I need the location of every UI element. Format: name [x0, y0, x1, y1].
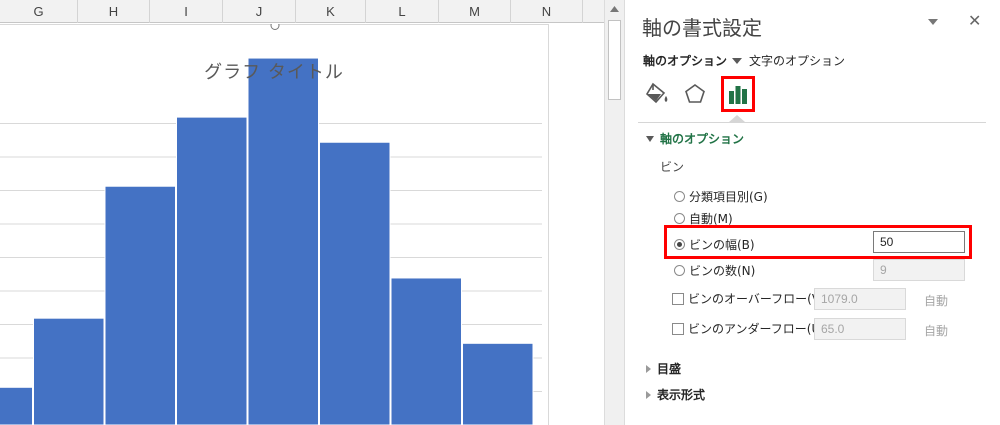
column-header-n[interactable]: N: [511, 0, 583, 23]
checkbox-underflow-label: ビンのアンダーフロー(U): [688, 322, 825, 336]
bin-width-input[interactable]: 50: [873, 231, 965, 253]
paint-bucket-icon[interactable]: [640, 76, 674, 112]
radio-bin-width[interactable]: ビンの幅(B): [674, 236, 755, 253]
histogram-bar[interactable]: [104, 185, 176, 425]
radio-bin-width-label: ビンの幅(B): [689, 238, 755, 252]
column-header-m[interactable]: M: [439, 0, 511, 23]
spreadsheet-area: G H I J K L M N グラフ タイトル: [0, 0, 604, 425]
bar-chart-icon[interactable]: [721, 76, 755, 112]
column-header-k[interactable]: K: [296, 0, 366, 23]
expanded-triangle-icon: [646, 135, 654, 142]
tab-dropdown-caret-icon[interactable]: [732, 57, 743, 64]
checkbox-overflow-label: ビンのオーバーフロー(V): [688, 292, 825, 306]
tab-axis-options[interactable]: 軸のオプション: [643, 52, 743, 69]
histogram-bar[interactable]: [0, 386, 33, 425]
column-header-l[interactable]: L: [366, 0, 439, 23]
checkbox-overflow-bin[interactable]: ビンのオーバーフロー(V): [672, 290, 825, 307]
histogram-bar[interactable]: [176, 116, 248, 425]
underflow-bin-input[interactable]: 65.0: [814, 318, 906, 340]
radio-button-selected[interactable]: [674, 239, 685, 250]
radio-bin-count[interactable]: ビンの数(N): [674, 262, 755, 279]
radio-button[interactable]: [674, 213, 685, 224]
format-axis-pane: 軸の書式設定 ✕ 軸のオプション 文字のオプション 軸のオプション ビン 分類項…: [626, 0, 1000, 425]
histogram-bar[interactable]: [319, 141, 391, 425]
histogram-chart[interactable]: グラフ タイトル: [0, 24, 604, 425]
histogram-bar[interactable]: [462, 342, 534, 425]
radio-by-category-label: 分類項目別(G): [689, 190, 768, 204]
section-axis-options-label: 軸のオプション: [660, 132, 745, 146]
radio-bin-count-label: ビンの数(N): [689, 264, 756, 278]
tab-text-options[interactable]: 文字のオプション: [749, 52, 845, 69]
underflow-auto-label[interactable]: 自動: [924, 322, 948, 339]
vertical-scrollbar[interactable]: [604, 0, 625, 425]
section-axis-options[interactable]: 軸のオプション: [646, 130, 744, 147]
section-number-format-label: 表示形式: [657, 388, 706, 402]
divider: [638, 122, 986, 123]
collapsed-triangle-icon: [646, 364, 651, 373]
close-icon[interactable]: ✕: [968, 11, 981, 30]
tab-axis-options-label: 軸のオプション: [643, 54, 728, 68]
checkbox[interactable]: [672, 322, 684, 335]
pane-title: 軸の書式設定: [642, 16, 762, 40]
radio-by-category[interactable]: 分類項目別(G): [674, 188, 768, 205]
bin-count-input[interactable]: 9: [873, 259, 965, 281]
scroll-up-icon[interactable]: [605, 0, 624, 18]
checkbox-underflow-bin[interactable]: ビンのアンダーフロー(U): [672, 320, 825, 337]
overflow-bin-input[interactable]: 1079.0: [814, 288, 906, 310]
chart-canvas[interactable]: [0, 24, 604, 425]
radio-button[interactable]: [674, 265, 685, 276]
column-header-i[interactable]: I: [150, 0, 223, 23]
histogram-bar[interactable]: [247, 57, 319, 425]
section-tick-marks-label: 目盛: [657, 362, 682, 376]
column-header-row: G H I J K L M N: [0, 0, 604, 23]
histogram-bar[interactable]: [390, 277, 462, 425]
selection-indicator: [729, 115, 745, 122]
column-header-h[interactable]: H: [78, 0, 150, 23]
pane-icon-row: [640, 76, 990, 116]
section-tick-marks[interactable]: 目盛: [646, 360, 681, 377]
scrollbar-thumb[interactable]: [608, 20, 621, 100]
section-number-format[interactable]: 表示形式: [646, 386, 705, 403]
pentagon-icon[interactable]: [678, 76, 712, 112]
chart-title[interactable]: グラフ タイトル: [0, 58, 548, 84]
chevron-down-icon[interactable]: [928, 14, 938, 30]
checkbox[interactable]: [672, 292, 684, 305]
collapsed-triangle-icon: [646, 390, 651, 399]
chart-resize-handle[interactable]: [270, 24, 280, 30]
column-header-g[interactable]: G: [0, 0, 78, 23]
overflow-auto-label[interactable]: 自動: [924, 292, 948, 309]
bin-label: ビン: [660, 160, 685, 174]
histogram-bar[interactable]: [33, 317, 105, 425]
column-header-j[interactable]: J: [223, 0, 296, 23]
radio-button[interactable]: [674, 191, 685, 202]
